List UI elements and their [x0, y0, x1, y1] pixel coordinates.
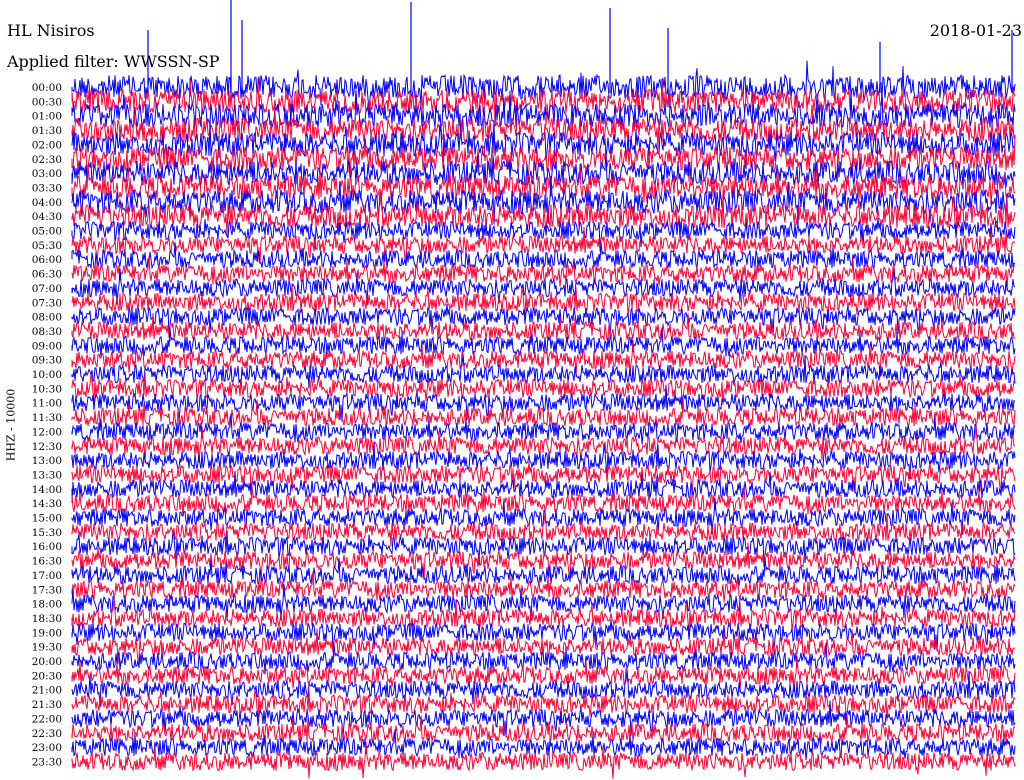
- time-tick-label: 01:30: [32, 125, 62, 137]
- time-tick-label: 18:00: [32, 599, 62, 611]
- time-tick-label: 12:30: [32, 441, 62, 453]
- time-tick-label: 21:30: [32, 699, 62, 711]
- helicorder-page: 00:00 00:30 01:00 01:30 02:00 02:30 03:00 03:30…: [0, 0, 1024, 780]
- time-tick-label: 20:30: [32, 670, 62, 682]
- time-tick-label: 14:00: [32, 484, 62, 496]
- time-tick-label: 10:00: [32, 369, 62, 381]
- time-tick-label: 19:30: [32, 642, 62, 654]
- time-tick-label: 03:00: [32, 168, 62, 180]
- filter-label: Applied filter: WWSSN-SP: [7, 52, 220, 71]
- record-date: 2018-01-23: [929, 21, 1022, 40]
- time-tick-label: 13:00: [32, 455, 62, 467]
- time-tick-label: 09:30: [32, 355, 62, 367]
- time-tick-label: 18:30: [32, 613, 62, 625]
- time-tick-label: 20:00: [32, 656, 62, 668]
- time-tick-label: 17:00: [32, 570, 62, 582]
- time-tick-label: 17:30: [32, 584, 62, 596]
- time-tick-label: 12:00: [32, 426, 62, 438]
- time-tick-label: 04:00: [32, 197, 62, 209]
- time-tick-label: 07:30: [32, 297, 62, 309]
- time-tick-label: 03:30: [32, 182, 62, 194]
- time-tick-label: 07:00: [32, 283, 62, 295]
- seismic-traces: [71, 0, 1016, 779]
- time-tick-label: 06:30: [32, 269, 62, 281]
- time-tick-label: 00:30: [32, 96, 62, 108]
- time-tick-label: 04:30: [32, 211, 62, 223]
- time-tick-label: 11:00: [32, 398, 62, 410]
- helicorder-plot: 00:00 00:30 01:00 01:30 02:00 02:30 03:00 03:30…: [32, 0, 1016, 779]
- time-tick-label: 14:30: [32, 498, 62, 510]
- time-tick-label: 22:30: [32, 728, 62, 740]
- time-tick-label: 13:30: [32, 469, 62, 481]
- time-tick-label: 08:30: [32, 326, 62, 338]
- channel-axis-label: HHZ - 10000: [4, 388, 18, 462]
- time-tick-label: 09:00: [32, 340, 62, 352]
- trace-row: [71, 373, 1016, 408]
- time-tick-label: 06:00: [32, 254, 62, 266]
- time-tick-label: 19:00: [32, 627, 62, 639]
- trace-row: [71, 498, 1016, 535]
- time-tick-label: 00:00: [32, 82, 62, 94]
- time-tick-label: 05:00: [32, 226, 62, 238]
- time-tick-label: 11:30: [32, 412, 62, 424]
- time-tick-labels: 00:00 00:30 01:00 01:30 02:00 02:30 03:00 03:30…: [32, 82, 62, 768]
- time-tick-label: 08:00: [32, 312, 62, 324]
- time-tick-label: 16:00: [32, 541, 62, 553]
- time-tick-label: 21:00: [32, 685, 62, 697]
- time-tick-label: 01:00: [32, 111, 62, 123]
- time-tick-label: 05:30: [32, 240, 62, 252]
- time-tick-label: 15:30: [32, 527, 62, 539]
- time-tick-label: 23:30: [32, 756, 62, 768]
- time-tick-label: 16:30: [32, 556, 62, 568]
- time-tick-label: 10:30: [32, 383, 62, 395]
- time-tick-label: 23:00: [32, 742, 62, 754]
- time-tick-label: 02:00: [32, 139, 62, 151]
- time-tick-label: 02:30: [32, 154, 62, 166]
- time-tick-label: 22:00: [32, 713, 62, 725]
- station-title: HL Nisiros: [7, 21, 95, 40]
- time-tick-label: 15:00: [32, 513, 62, 525]
